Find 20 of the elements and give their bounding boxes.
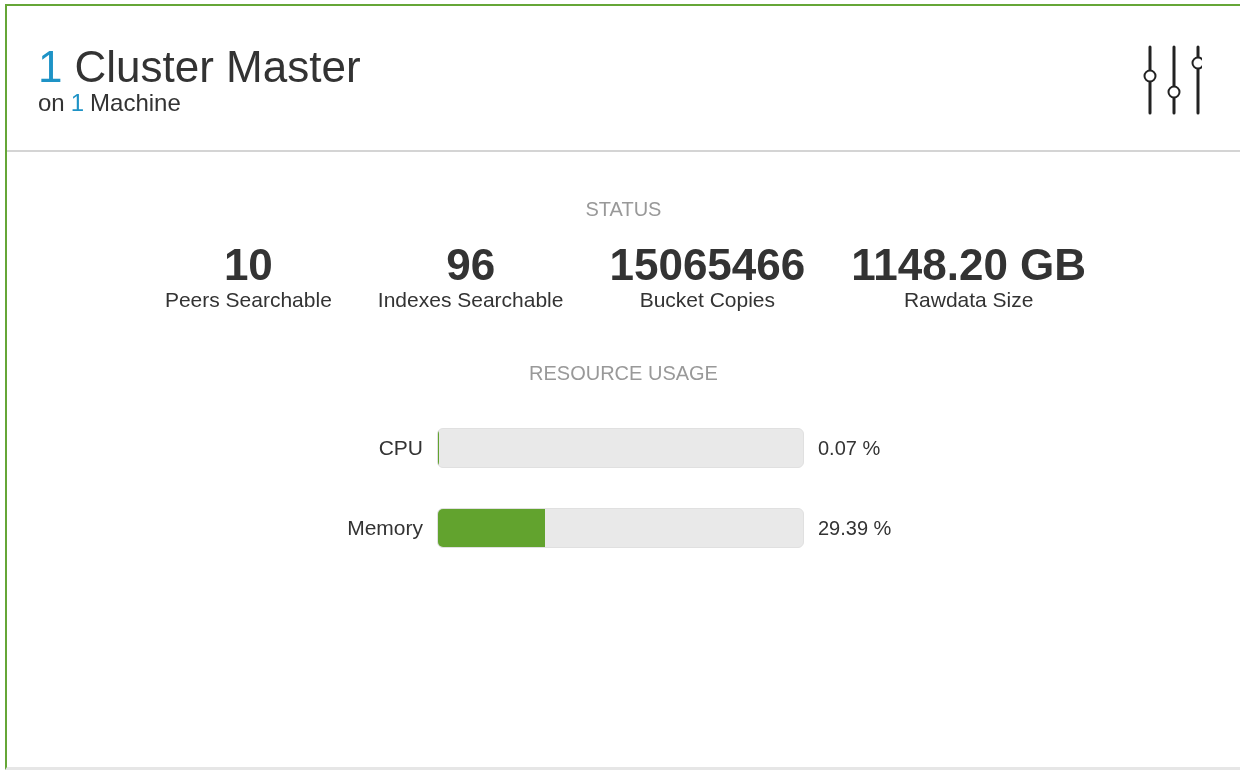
section-heading: STATUS xyxy=(585,198,662,220)
section-heading: RESOURCE USAGE xyxy=(529,362,718,384)
meter-reading: 29.39 % xyxy=(818,516,893,540)
stat-value: 1148.20 GB xyxy=(851,242,1087,288)
stat-value: 10 xyxy=(223,242,273,288)
meter-label: Memory xyxy=(347,516,423,540)
stat-label: Bucket Copies xyxy=(639,288,776,312)
stat-label: Indexes Searchable xyxy=(377,288,564,312)
stat-value: 96 xyxy=(446,242,496,288)
settings-icon[interactable] xyxy=(1142,45,1202,115)
meter-label: CPU xyxy=(378,436,423,460)
meter-reading: 0.07 % xyxy=(818,436,882,460)
subtitle-text: Machine xyxy=(90,90,181,116)
machine-count: 1 xyxy=(70,90,85,116)
master-count: 1 xyxy=(38,44,63,90)
subtitle-text: on xyxy=(38,90,65,116)
stat-label: Rawdata Size xyxy=(903,288,1034,312)
card-title: Cluster Master xyxy=(74,44,361,90)
stat-label: Peers Searchable xyxy=(164,288,332,312)
stat-value: 15065466 xyxy=(609,242,806,288)
